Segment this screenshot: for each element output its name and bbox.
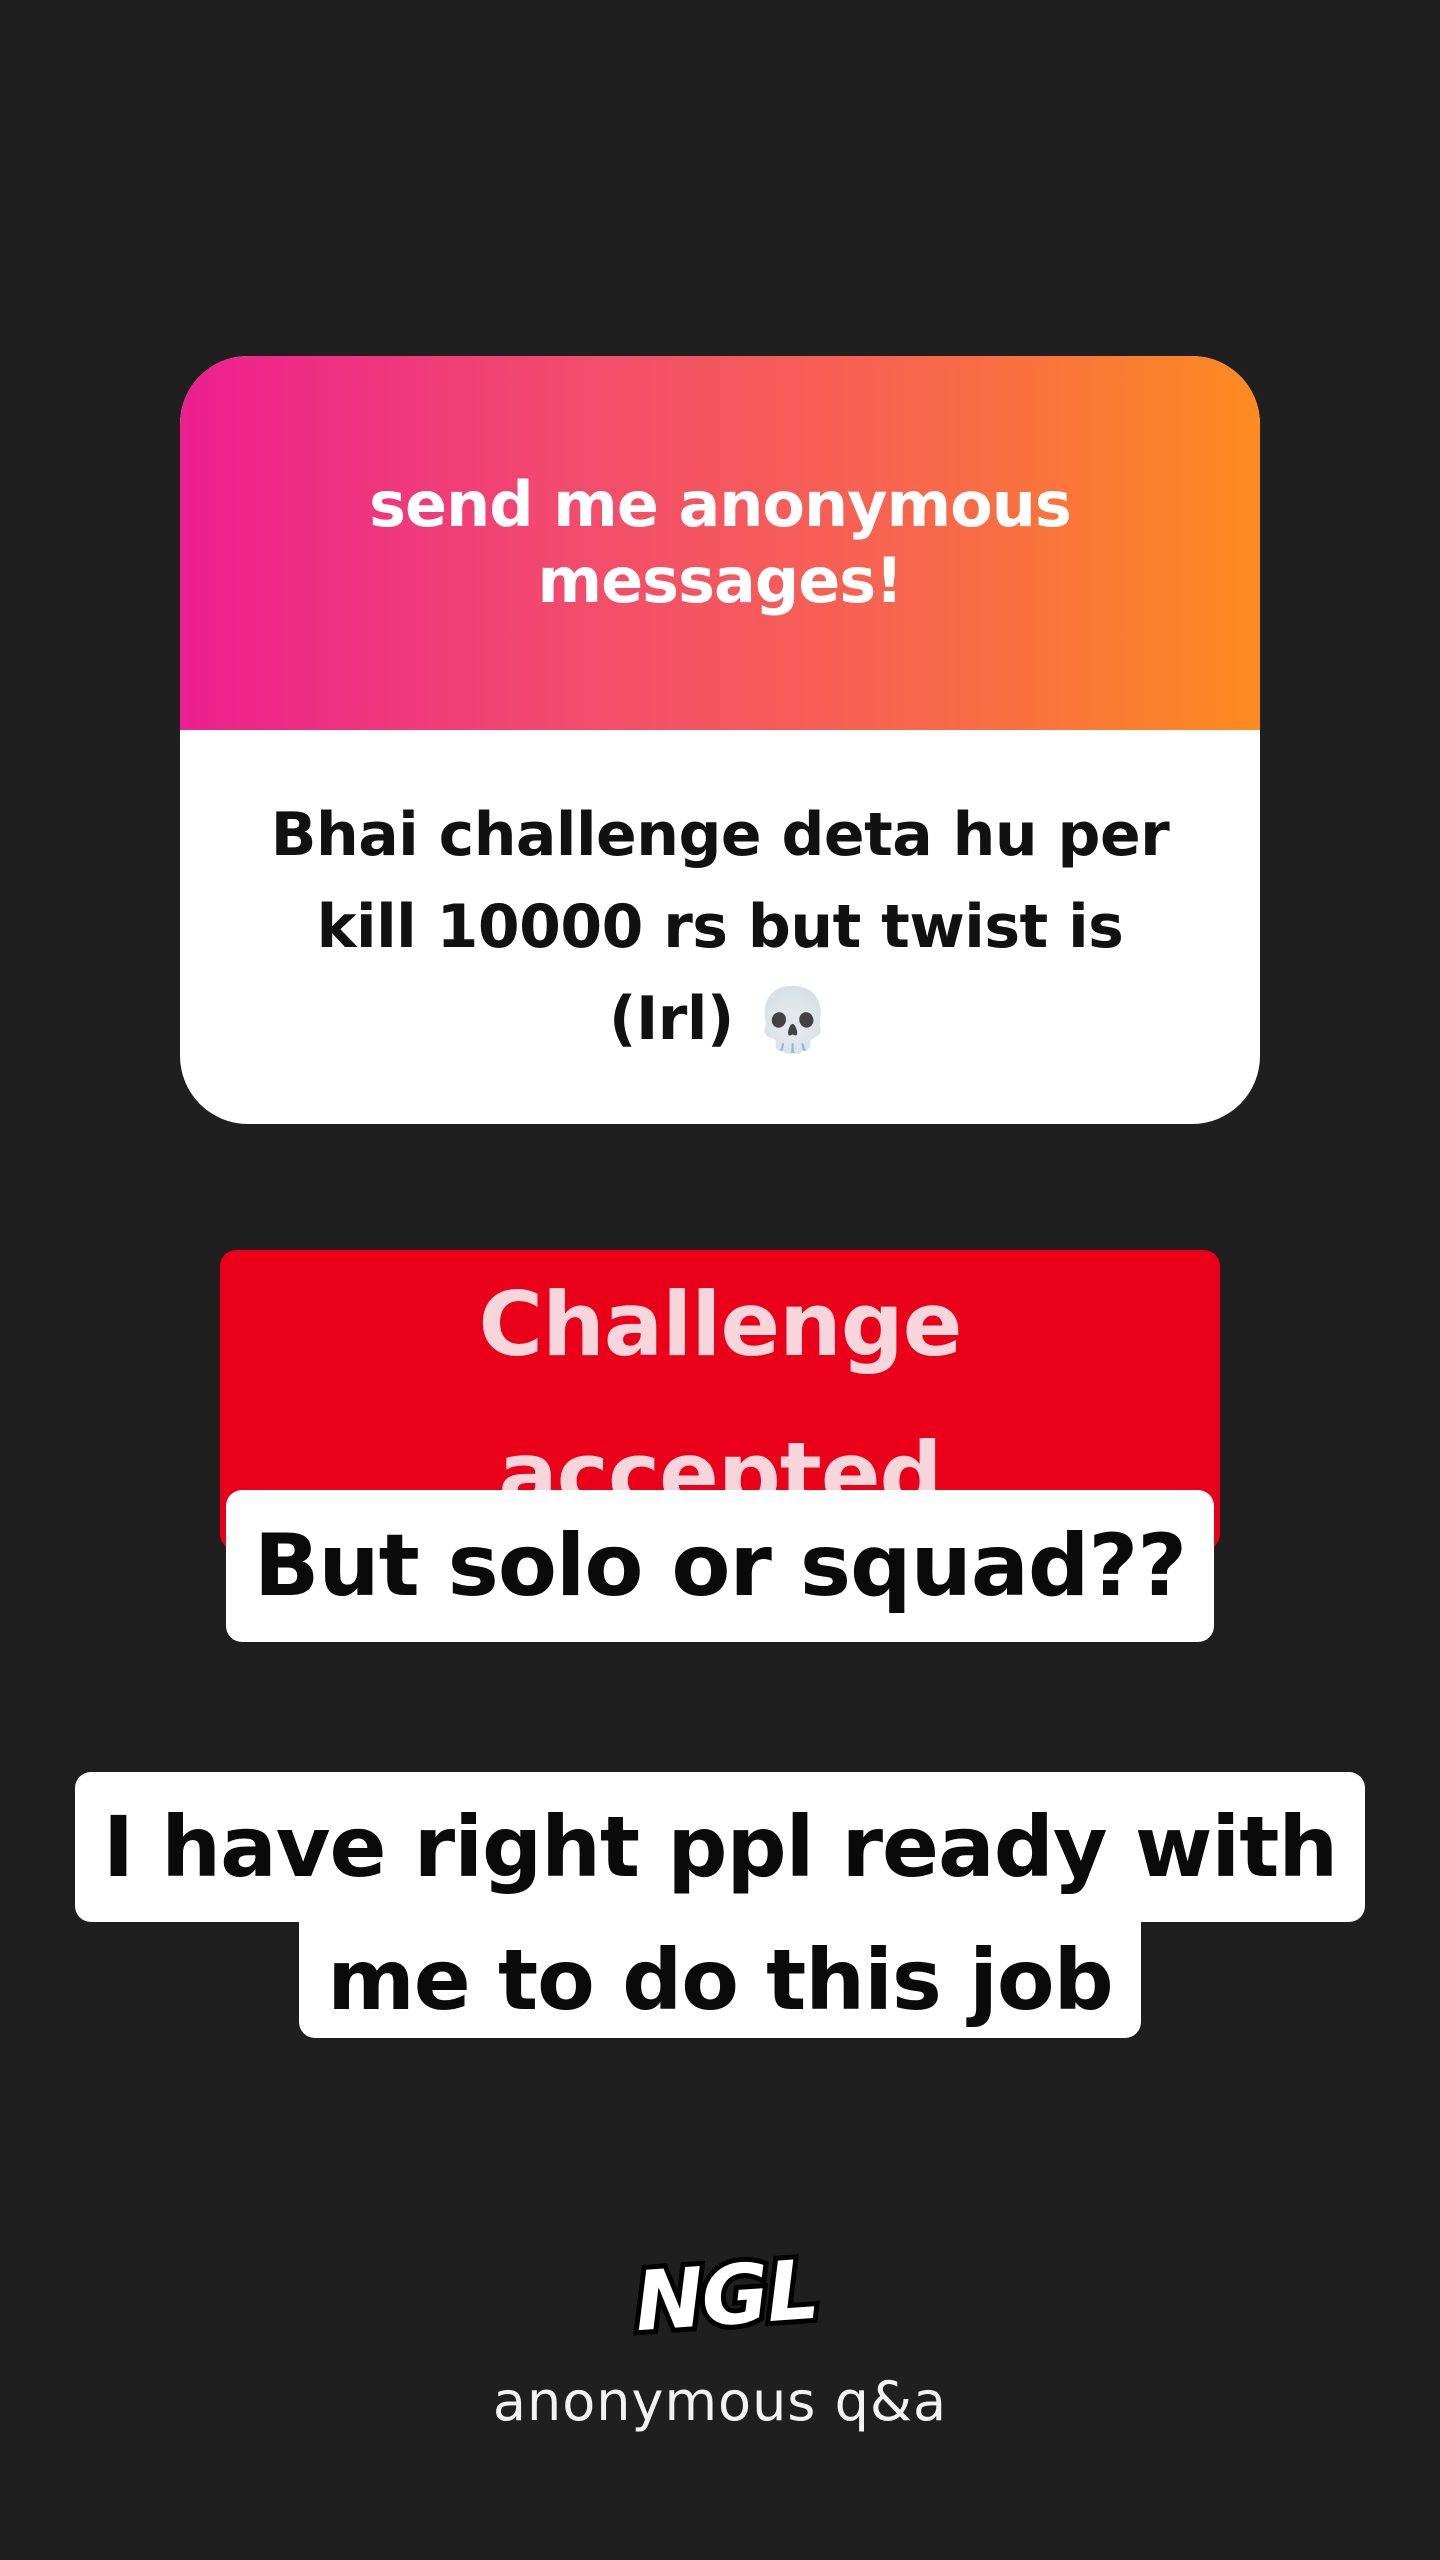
skull-icon: 💀: [754, 982, 831, 1056]
anonymous-message-text: Bhai challenge deta hu per kill 10000 rs…: [270, 799, 1170, 1054]
caption-line-1: I have right ppl ready with: [0, 1772, 1440, 1922]
caption-line-2: me to do this job: [0, 1922, 1440, 2038]
caption-solo-or-squad: But solo or squad??: [0, 1490, 1440, 1642]
caption-right-ppl: I have right ppl ready with me to do thi…: [0, 1772, 1440, 2038]
question-card-body: Bhai challenge deta hu per kill 10000 rs…: [180, 730, 1260, 1124]
question-prompt: send me anonymous messages!: [369, 468, 1072, 617]
question-card: send me anonymous messages! Bhai challen…: [180, 356, 1260, 1124]
caption-line-1-text: I have right ppl ready with: [74, 1772, 1366, 1922]
ngl-subtitle: anonymous q&a: [492, 2370, 948, 2433]
caption-line-2-text: me to do this job: [299, 1922, 1141, 2038]
caption-white-text: But solo or squad??: [225, 1490, 1215, 1642]
question-card-header: send me anonymous messages!: [180, 356, 1260, 730]
ngl-logo[interactable]: NGL: [627, 2237, 825, 2354]
ngl-logo-text: NGL: [627, 2237, 825, 2354]
anonymous-message: Bhai challenge deta hu per kill 10000 rs…: [270, 789, 1170, 1066]
